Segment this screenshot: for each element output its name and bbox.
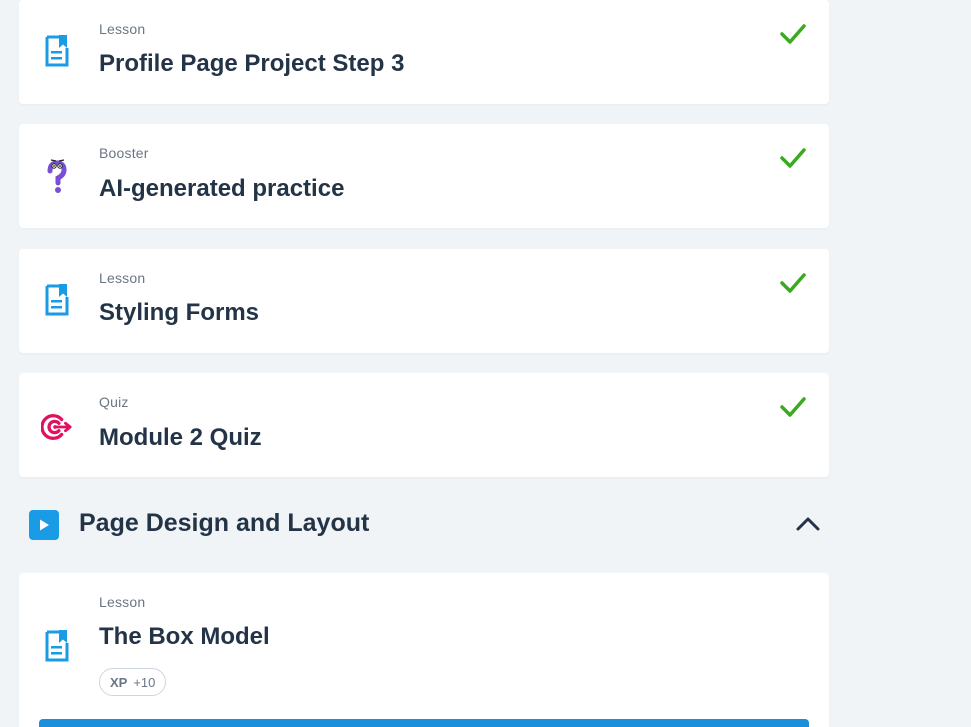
item-title[interactable]: AI-generated practice bbox=[99, 175, 344, 203]
item-card[interactable]: Booster AI-generated practice bbox=[19, 124, 829, 228]
item-title[interactable]: Module 2 Quiz bbox=[99, 424, 262, 452]
course-outline: Lesson Profile Page Project Step 3 Boost… bbox=[0, 0, 971, 727]
play-icon bbox=[29, 510, 59, 540]
xp-label: XP bbox=[110, 674, 128, 690]
check-icon bbox=[780, 148, 806, 168]
xp-badge: XP +10 bbox=[99, 668, 167, 696]
xp-value: +10 bbox=[133, 674, 156, 690]
lesson-doc-icon bbox=[41, 282, 73, 318]
section-title: Page Design and Layout bbox=[79, 509, 370, 537]
item-title[interactable]: The Box Model bbox=[99, 623, 270, 651]
item-title[interactable]: Styling Forms bbox=[99, 299, 259, 327]
item-card[interactable]: Lesson The Box Model XP +10 bbox=[19, 573, 829, 727]
item-title[interactable]: Profile Page Project Step 3 bbox=[99, 50, 404, 78]
check-icon bbox=[780, 397, 806, 417]
item-card[interactable]: Lesson Profile Page Project Step 3 bbox=[19, 0, 829, 104]
target-icon bbox=[41, 409, 73, 445]
check-icon bbox=[780, 24, 806, 44]
check-icon bbox=[780, 273, 806, 293]
item-card[interactable]: Quiz Module 2 Quiz bbox=[19, 373, 829, 477]
item-type: Booster bbox=[99, 145, 149, 161]
item-type: Lesson bbox=[99, 21, 146, 37]
start-button[interactable] bbox=[39, 719, 809, 727]
item-type: Quiz bbox=[99, 394, 129, 410]
question-character-icon bbox=[41, 158, 73, 194]
item-card[interactable]: Lesson Styling Forms bbox=[19, 249, 829, 353]
item-type: Lesson bbox=[99, 594, 146, 610]
lesson-doc-icon bbox=[41, 628, 73, 664]
section-header[interactable]: Page Design and Layout bbox=[19, 496, 829, 554]
item-type: Lesson bbox=[99, 270, 146, 286]
lesson-doc-icon bbox=[41, 33, 73, 69]
chevron-up-icon[interactable] bbox=[795, 514, 821, 534]
